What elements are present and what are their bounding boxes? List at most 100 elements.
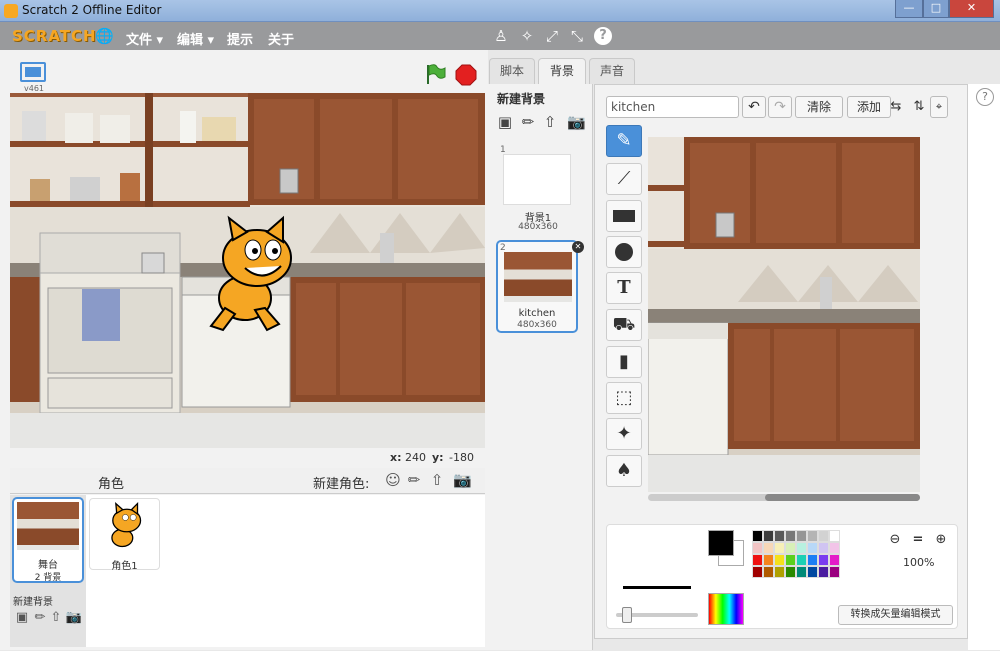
upload-backdrop-icon[interactable]: ⇧	[47, 609, 65, 627]
rectangle-tool[interactable]	[606, 200, 642, 232]
palette-swatch[interactable]	[796, 542, 807, 554]
help-icon[interactable]: ?	[594, 27, 612, 45]
set-center-icon[interactable]: ⌖	[930, 96, 948, 118]
stop-icon[interactable]	[455, 64, 477, 86]
clear-button[interactable]: 清除	[795, 96, 843, 118]
fullscreen-icon[interactable]	[20, 62, 46, 82]
menu-edit[interactable]: 编辑 ▾	[177, 29, 214, 48]
palette-swatch[interactable]	[796, 554, 807, 566]
undo-button[interactable]: ↶	[742, 96, 766, 118]
zoom-reset-icon[interactable]: =	[908, 530, 928, 550]
stamp-tool[interactable]: ♠	[606, 455, 642, 487]
line-tool[interactable]: ⟋	[606, 163, 642, 195]
magic-wand-tool[interactable]: ✦	[606, 418, 642, 450]
backdrop-item-selected[interactable]: 2 kitchen 480x360	[496, 240, 578, 333]
palette-swatch[interactable]	[763, 542, 774, 554]
canvas-scrollbar-thumb[interactable]	[765, 494, 920, 501]
palette-swatch[interactable]	[763, 554, 774, 566]
palette-swatch[interactable]	[818, 542, 829, 554]
tab-sounds[interactable]: 声音	[589, 58, 635, 84]
paint-canvas[interactable]	[648, 137, 920, 492]
stage-canvas[interactable]	[10, 93, 485, 448]
delete-backdrop-icon[interactable]: ✕	[572, 241, 584, 253]
backdrop-library-icon[interactable]: ▣	[13, 609, 31, 627]
palette-swatch[interactable]	[829, 554, 840, 566]
palette-swatch[interactable]	[752, 530, 763, 542]
menu-about[interactable]: 关于	[268, 29, 294, 48]
help-side-icon[interactable]: ?	[976, 88, 994, 106]
camera-backdrop-icon[interactable]: 📷	[65, 609, 83, 627]
flip-horizontal-icon[interactable]: ⇆	[885, 96, 907, 118]
stage-label: 舞台	[38, 560, 58, 571]
backdrop-library-icon-2[interactable]: ▣	[496, 113, 514, 131]
primary-color-swatch[interactable]	[708, 530, 734, 556]
select-tool[interactable]: ⬚	[606, 382, 642, 414]
color-picker-gradient[interactable]	[708, 593, 744, 625]
palette-swatch[interactable]	[774, 554, 785, 566]
palette-swatch[interactable]	[774, 566, 785, 578]
paint-backdrop-icon-2[interactable]: ✏	[519, 113, 537, 131]
text-tool[interactable]: T	[606, 272, 642, 304]
brush-tool[interactable]: ✎	[606, 125, 642, 157]
color-palette[interactable]	[752, 530, 840, 626]
upload-backdrop-icon-2[interactable]: ⇧	[541, 113, 559, 131]
title-bar: Scratch 2 Offline Editor — □ ✕	[0, 0, 1000, 22]
tab-scripts[interactable]: 脚本	[489, 58, 535, 84]
palette-swatch[interactable]	[752, 554, 763, 566]
paint-sprite-icon[interactable]: ✏	[405, 471, 423, 489]
palette-swatch[interactable]	[818, 566, 829, 578]
upload-sprite-icon[interactable]: ⇧	[428, 471, 446, 489]
palette-swatch[interactable]	[807, 566, 818, 578]
menu-bar: SCRATCH 🌐 文件 ▾ 编辑 ▾ 提示 关于 ♙ ✧ ⤢ ⤡ ?	[0, 22, 1000, 50]
tab-backdrops[interactable]: 背景	[538, 58, 586, 85]
palette-swatch[interactable]	[818, 530, 829, 542]
palette-swatch[interactable]	[752, 566, 763, 578]
palette-swatch[interactable]	[818, 554, 829, 566]
mouse-x-value: 240	[405, 451, 426, 464]
palette-swatch[interactable]	[829, 530, 840, 542]
duplicate-icon[interactable]: ♙	[492, 27, 510, 45]
scratch-logo[interactable]: SCRATCH	[12, 27, 97, 45]
palette-swatch[interactable]	[763, 566, 774, 578]
convert-vector-button[interactable]: 转换成矢量编辑模式	[838, 605, 953, 625]
shrink-icon[interactable]: ⤡	[568, 27, 586, 45]
palette-swatch[interactable]	[785, 554, 796, 566]
palette-swatch[interactable]	[829, 566, 840, 578]
backdrop-name-input[interactable]	[606, 96, 739, 118]
close-button[interactable]: ✕	[949, 0, 994, 18]
palette-swatch[interactable]	[796, 566, 807, 578]
zoom-level: 100%	[903, 556, 935, 569]
grow-icon[interactable]: ⤢	[543, 27, 561, 45]
menu-tips[interactable]: 提示	[227, 29, 253, 48]
palette-swatch[interactable]	[785, 542, 796, 554]
palette-swatch[interactable]	[785, 566, 796, 578]
globe-icon[interactable]: 🌐	[95, 27, 114, 45]
palette-swatch[interactable]	[774, 530, 785, 542]
palette-swatch[interactable]	[796, 530, 807, 542]
camera-sprite-icon[interactable]: 📷	[453, 471, 472, 489]
palette-swatch[interactable]	[807, 542, 818, 554]
maximize-button[interactable]: □	[923, 0, 949, 18]
palette-swatch[interactable]	[763, 530, 774, 542]
palette-swatch[interactable]	[752, 542, 763, 554]
palette-swatch[interactable]	[785, 530, 796, 542]
palette-swatch[interactable]	[774, 542, 785, 554]
eraser-tool[interactable]: ▮	[606, 346, 642, 378]
line-width-slider-handle[interactable]	[622, 607, 632, 623]
redo-button[interactable]: ↷	[768, 96, 792, 118]
sprite-library-icon[interactable]: ☺	[384, 471, 402, 489]
fill-tool[interactable]: ⛟	[606, 309, 642, 341]
cut-icon[interactable]: ✧	[518, 27, 536, 45]
minimize-button[interactable]: —	[895, 0, 923, 18]
green-flag-icon[interactable]	[424, 63, 446, 85]
palette-swatch[interactable]	[807, 530, 818, 542]
ellipse-tool[interactable]	[606, 236, 642, 268]
palette-swatch[interactable]	[807, 554, 818, 566]
zoom-in-icon[interactable]: ⊕	[931, 530, 951, 550]
palette-swatch[interactable]	[829, 542, 840, 554]
flip-vertical-icon[interactable]: ⇅	[908, 96, 930, 118]
backdrop-item[interactable]: 1 背景1 480x360	[498, 145, 578, 235]
menu-file[interactable]: 文件 ▾	[126, 29, 163, 48]
zoom-out-icon[interactable]: ⊖	[885, 530, 905, 550]
camera-backdrop-icon-2[interactable]: 📷	[567, 113, 586, 131]
